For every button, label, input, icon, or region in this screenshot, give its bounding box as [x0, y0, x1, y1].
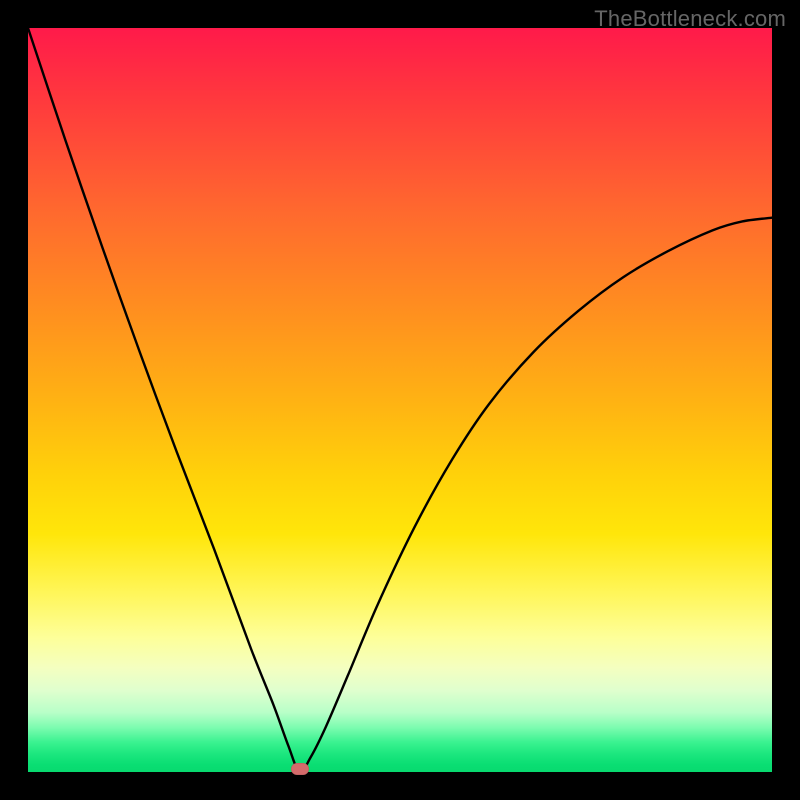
bottleneck-curve — [28, 28, 772, 772]
chart-frame: TheBottleneck.com — [0, 0, 800, 800]
watermark-text: TheBottleneck.com — [594, 6, 786, 32]
plot-area — [28, 28, 772, 772]
optimum-marker — [291, 763, 309, 775]
